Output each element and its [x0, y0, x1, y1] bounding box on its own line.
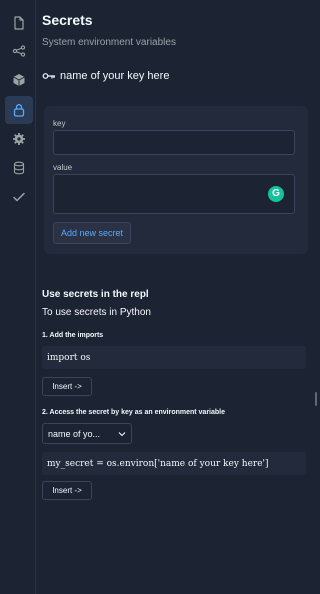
secret-key-name: name of your key here: [60, 70, 170, 82]
grammarly-icon[interactable]: G: [268, 186, 284, 202]
share-icon: [12, 45, 26, 57]
secrets-panel: Secrets System environment variables nam…: [36, 0, 319, 594]
package-icon: [13, 74, 25, 86]
scrollbar[interactable]: [315, 392, 317, 406]
key-label: key: [53, 119, 66, 128]
insert-access-button[interactable]: Insert ->: [42, 481, 92, 500]
secret-key-select-value: name of yo...: [48, 428, 101, 439]
key-input[interactable]: [53, 130, 295, 155]
packages-tab[interactable]: [5, 66, 33, 94]
check-icon: [13, 192, 25, 202]
chevron-down-icon: [118, 431, 126, 436]
usage-subtitle: To use secrets in Python: [42, 307, 151, 318]
unit-tests-tab[interactable]: [5, 183, 33, 211]
step-imports-label: 1. Add the imports: [42, 332, 104, 339]
page-title: Secrets: [42, 12, 93, 28]
files-tab[interactable]: [5, 9, 33, 37]
icon-rail: [0, 0, 36, 594]
lock-icon: [13, 104, 25, 117]
insert-import-button[interactable]: Insert ->: [42, 377, 92, 396]
add-new-secret-button[interactable]: Add new secret: [53, 222, 131, 244]
step-access-label: 2. Access the secret by key as an enviro…: [42, 409, 226, 416]
version-control-tab[interactable]: [5, 37, 33, 65]
import-code-snippet: import os: [42, 346, 306, 369]
database-icon: [13, 161, 25, 175]
value-label: value: [53, 163, 73, 172]
file-icon: [14, 16, 24, 30]
value-input[interactable]: G: [53, 174, 295, 214]
access-code-snippet: my_secret = os.environ['name of your key…: [42, 452, 306, 475]
new-secret-form: key value G Add new secret: [44, 106, 308, 254]
secret-key-item[interactable]: name of your key here: [42, 70, 169, 82]
usage-title: Use secrets in the repl: [42, 289, 149, 300]
page-subtitle: System environment variables: [42, 37, 176, 48]
settings-tab[interactable]: [5, 125, 33, 153]
database-tab[interactable]: [5, 154, 33, 182]
key-icon: [42, 73, 55, 79]
gear-icon: [13, 133, 25, 145]
secrets-tab[interactable]: [5, 96, 33, 124]
secret-key-select[interactable]: name of yo...: [42, 423, 132, 444]
